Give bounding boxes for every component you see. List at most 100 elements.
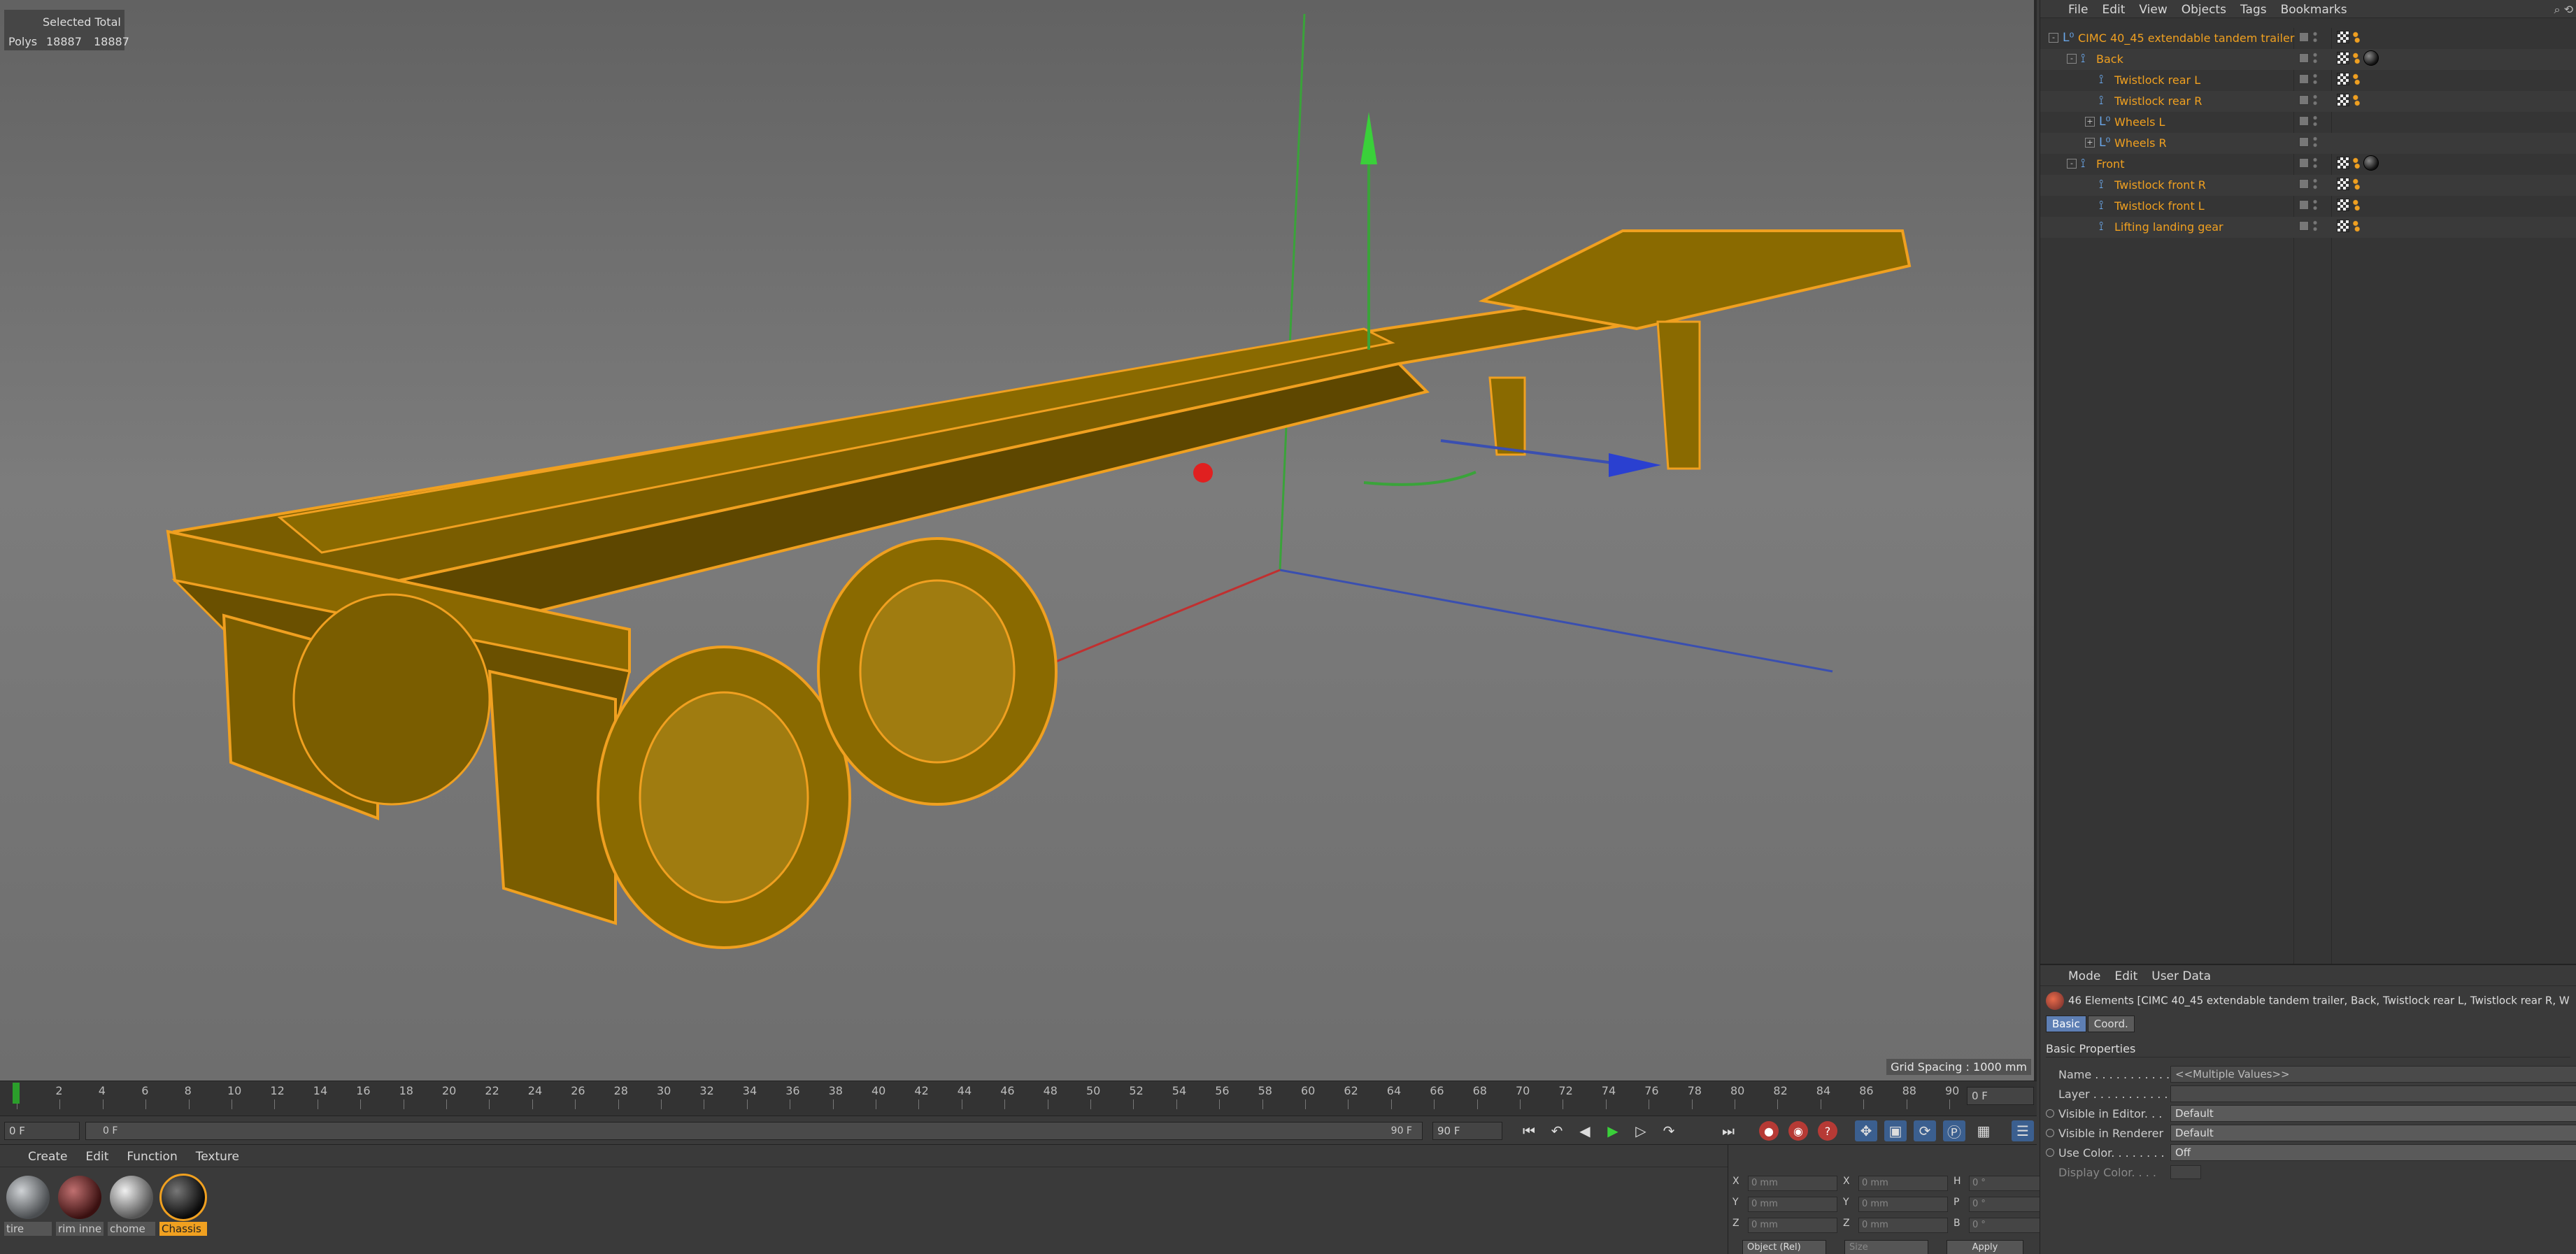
animate-radio[interactable] bbox=[2046, 1148, 2054, 1157]
size-y-field[interactable]: 0 mm bbox=[1858, 1197, 1948, 1212]
menu-user-data[interactable]: User Data bbox=[2151, 969, 2211, 983]
texture-tag-icon[interactable] bbox=[2337, 199, 2349, 211]
material-tag-icon[interactable] bbox=[2363, 155, 2379, 171]
autokey-icon[interactable]: ◉ bbox=[1788, 1121, 1808, 1141]
collapse-icon[interactable]: - bbox=[2067, 54, 2077, 64]
timeline[interactable]: 0246810121416182022242628303234363840424… bbox=[0, 1081, 2037, 1116]
enable-checkbox[interactable] bbox=[2299, 179, 2309, 189]
object-name[interactable]: Lifting landing gear bbox=[2114, 220, 2223, 234]
enable-checkbox[interactable] bbox=[2299, 74, 2309, 84]
object-name[interactable]: CIMC 40_45 extendable tandem trailer bbox=[2078, 31, 2294, 45]
end-frame-field[interactable]: 90 F bbox=[1432, 1122, 1502, 1140]
record-rotation-icon[interactable]: ⟳ bbox=[1914, 1120, 1936, 1141]
object-row[interactable]: ⟟ Lifting landing gear bbox=[2040, 217, 2576, 238]
menu-objects[interactable]: Objects bbox=[2182, 3, 2226, 17]
object-row[interactable]: ⟟ Twistlock rear R bbox=[2040, 91, 2576, 112]
visibility-flags[interactable] bbox=[2299, 178, 2324, 192]
name-field[interactable]: <<Multiple Values>> bbox=[2170, 1066, 2576, 1083]
step-forward-icon[interactable]: ▷ bbox=[1630, 1120, 1652, 1141]
object-name[interactable]: Twistlock front L bbox=[2114, 199, 2205, 213]
object-name[interactable]: Twistlock rear L bbox=[2114, 73, 2200, 87]
visibility-flags[interactable] bbox=[2299, 220, 2324, 234]
go-to-start-icon[interactable]: ⏮ bbox=[1518, 1120, 1540, 1141]
material-tag-icon[interactable] bbox=[2363, 50, 2379, 66]
search-icon[interactable]: ⌕ ⟲ bbox=[2554, 3, 2573, 17]
object-row[interactable]: - ⟟ Front bbox=[2040, 154, 2576, 175]
enable-checkbox[interactable] bbox=[2299, 158, 2309, 168]
record-position-icon[interactable]: ✥ bbox=[1855, 1120, 1877, 1141]
record-pla-icon[interactable]: ▦ bbox=[1972, 1120, 1995, 1141]
layer-field[interactable] bbox=[2170, 1085, 2576, 1102]
position-z-field[interactable]: 0 mm bbox=[1748, 1218, 1837, 1233]
texture-tag-icon[interactable] bbox=[2337, 157, 2349, 169]
object-name[interactable]: Twistlock rear R bbox=[2114, 94, 2202, 108]
visibility-flags[interactable] bbox=[2299, 94, 2324, 108]
visibility-flags[interactable] bbox=[2299, 31, 2324, 45]
object-row[interactable]: - ⟟ Back bbox=[2040, 49, 2576, 70]
visibility-dots[interactable] bbox=[2313, 220, 2317, 232]
size-x-field[interactable]: 0 mm bbox=[1858, 1176, 1948, 1191]
enable-checkbox[interactable] bbox=[2299, 53, 2309, 63]
record-parameter-icon[interactable]: Ⓟ bbox=[1943, 1120, 1965, 1141]
keyframe-selection-icon[interactable]: ? bbox=[1818, 1121, 1837, 1141]
position-x-field[interactable]: 0 mm bbox=[1748, 1176, 1837, 1191]
next-key-icon[interactable]: ↷ bbox=[1658, 1120, 1680, 1141]
playhead[interactable] bbox=[13, 1083, 20, 1104]
visibility-dots[interactable] bbox=[2313, 199, 2317, 211]
record-icon[interactable]: ● bbox=[1759, 1121, 1779, 1141]
visibility-dots[interactable] bbox=[2313, 52, 2317, 64]
enable-checkbox[interactable] bbox=[2299, 95, 2309, 105]
enable-checkbox[interactable] bbox=[2299, 137, 2309, 147]
object-row[interactable]: ⟟ Twistlock front R bbox=[2040, 175, 2576, 196]
collapse-icon[interactable]: - bbox=[2049, 33, 2058, 43]
visibility-dots[interactable] bbox=[2313, 115, 2317, 127]
coordinate-mode-dropdown[interactable]: Object (Rel) bbox=[1742, 1240, 1826, 1254]
step-back-icon[interactable]: ◀ bbox=[1574, 1120, 1596, 1141]
visibility-dots[interactable] bbox=[2313, 73, 2317, 85]
visibility-dots[interactable] bbox=[2313, 157, 2317, 169]
timeline-ruler[interactable]: 0246810121416182022242628303234363840424… bbox=[10, 1084, 1968, 1112]
menu-file[interactable]: File bbox=[2068, 3, 2088, 17]
position-y-field[interactable]: 0 mm bbox=[1748, 1197, 1837, 1212]
texture-tag-icon[interactable] bbox=[2337, 178, 2349, 190]
tab-coord[interactable]: Coord. bbox=[2087, 1016, 2135, 1032]
object-name[interactable]: Back bbox=[2096, 52, 2123, 66]
selection-tag-icon[interactable] bbox=[2352, 199, 2361, 211]
menu-create[interactable]: Create bbox=[28, 1150, 68, 1164]
menu-edit[interactable]: Edit bbox=[2114, 969, 2137, 983]
selection-tag-icon[interactable] bbox=[2352, 178, 2361, 190]
tab-basic[interactable]: Basic bbox=[2046, 1016, 2086, 1032]
visible-editor-dropdown[interactable]: Default bbox=[2170, 1105, 2576, 1122]
collapse-icon[interactable]: - bbox=[2067, 159, 2077, 169]
current-frame-field[interactable]: 0 F bbox=[1967, 1087, 2034, 1105]
texture-tag-icon[interactable] bbox=[2337, 220, 2349, 232]
material-swatch[interactable]: rim inne bbox=[56, 1176, 104, 1239]
visibility-flags[interactable] bbox=[2299, 136, 2324, 150]
material-swatch-selected[interactable]: Chassis bbox=[159, 1174, 207, 1239]
use-color-dropdown[interactable]: Off bbox=[2170, 1144, 2576, 1161]
selection-tag-icon[interactable] bbox=[2352, 220, 2361, 232]
visibility-flags[interactable] bbox=[2299, 115, 2324, 129]
display-color-swatch[interactable] bbox=[2170, 1165, 2201, 1179]
record-scale-icon[interactable]: ▣ bbox=[1884, 1120, 1907, 1141]
apply-button[interactable]: Apply bbox=[1947, 1240, 2023, 1254]
texture-tag-icon[interactable] bbox=[2337, 31, 2349, 43]
expand-icon[interactable]: + bbox=[2085, 117, 2095, 127]
previous-key-icon[interactable]: ↶ bbox=[1546, 1120, 1568, 1141]
preview-range-slider[interactable]: 0 F 90 F bbox=[85, 1122, 1423, 1140]
selection-tag-icon[interactable] bbox=[2352, 31, 2361, 43]
play-icon[interactable]: ▶ bbox=[1602, 1120, 1624, 1141]
menu-texture[interactable]: Texture bbox=[196, 1150, 239, 1164]
object-name[interactable]: Wheels L bbox=[2114, 115, 2165, 129]
visibility-flags[interactable] bbox=[2299, 73, 2324, 87]
selection-tag-icon[interactable] bbox=[2352, 73, 2361, 85]
visibility-dots[interactable] bbox=[2313, 31, 2317, 43]
object-row[interactable]: + L⁰ Wheels R bbox=[2040, 133, 2576, 154]
enable-checkbox[interactable] bbox=[2299, 221, 2309, 231]
object-row[interactable]: ⟟ Twistlock rear L bbox=[2040, 70, 2576, 91]
selection-tag-icon[interactable] bbox=[2352, 94, 2361, 106]
visible-renderer-dropdown[interactable]: Default bbox=[2170, 1125, 2576, 1141]
menu-mode[interactable]: Mode bbox=[2068, 969, 2100, 983]
size-mode-dropdown[interactable]: Size bbox=[1844, 1240, 1928, 1254]
size-z-field[interactable]: 0 mm bbox=[1858, 1218, 1948, 1233]
